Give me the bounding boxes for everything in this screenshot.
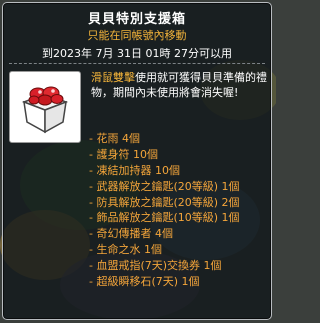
divider [9, 63, 265, 64]
reward-item: - 飾品解放之鑰匙(10等級) 1個 [89, 211, 240, 225]
reward-item: - 凍結加持器 10個 [89, 163, 180, 177]
reward-item: - 血盟戒指(7天)交換券 1個 [89, 259, 222, 273]
reward-list: - 花雨 4個 - 護身符 10個 - 凍結加持器 10個 - 武器解放之鑰匙(… [89, 131, 271, 290]
reward-item: - 超級瞬移石(7天) 1個 [89, 275, 200, 289]
reward-item: - 花雨 4個 [89, 132, 140, 145]
reward-item: - 護身符 10個 [89, 147, 158, 161]
trade-restriction: 只能在同帳號內移動 [87, 29, 187, 42]
item-tooltip: 貝貝特別支援箱 只能在同帳號內移動 到2023年 7月 31日 01時 27分可… [2, 2, 272, 320]
gift-box-with-red-ribbon-icon [21, 86, 69, 134]
expiry-date: 到2023年 7月 31日 01時 27分可以用 [42, 47, 232, 60]
reward-item: - 生命之水 1個 [89, 243, 162, 257]
description-highlight: 滑鼠雙擊 [91, 71, 135, 84]
item-description: 滑鼠雙擊使用就可獲得貝貝準備的禮物，期間內未使用將會消失喔! [91, 70, 267, 100]
reward-item: - 奇幻傳播者 4個 [89, 227, 173, 241]
reward-item: - 武器解放之鑰匙(20等級) 1個 [89, 179, 240, 193]
reward-item: - 防具解放之鑰匙(20等級) 2個 [89, 195, 240, 209]
item-title: 貝貝特別支援箱 [87, 12, 186, 27]
item-icon-frame [9, 71, 81, 143]
